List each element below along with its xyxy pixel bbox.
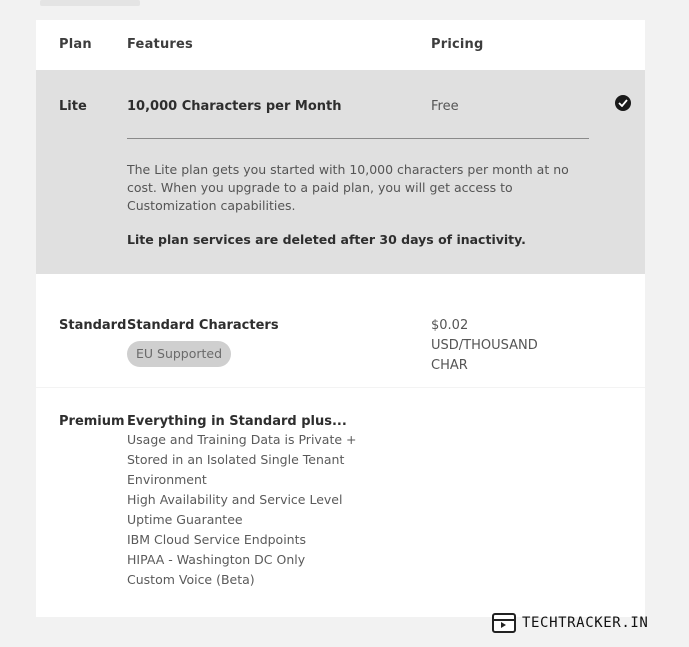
list-item: IBM Cloud Service Endpoints <box>127 532 307 547</box>
price-standard-line: CHAR <box>431 358 468 373</box>
feature-title-premium: Everything in Standard plus... <box>127 414 347 429</box>
premium-feature-list: Usage and Training Data is Private + Sto… <box>127 430 357 590</box>
list-item: HIPAA - Washington DC Only <box>127 552 306 567</box>
faint-heading-remnant <box>40 0 140 6</box>
plan-row-standard[interactable]: Standard Standard Characters EU Supporte… <box>36 274 645 388</box>
list-item: Stored in an Isolated Single Tenant <box>127 452 345 467</box>
plan-name-lite: Lite <box>59 99 87 114</box>
watermark-text: TECHTRACKER.IN <box>522 615 649 631</box>
lite-inactivity-note: Lite plan services are deleted after 30 … <box>127 232 526 247</box>
price-standard-line: $0.02 <box>431 318 469 333</box>
price-lite: Free <box>431 99 459 114</box>
list-item: Usage and Training Data is Private + <box>127 432 357 447</box>
divider <box>127 138 589 139</box>
list-item: Uptime Guarantee <box>127 512 243 527</box>
list-item: Custom Voice (Beta) <box>127 572 255 587</box>
price-standard-line: USD/THOUSAND <box>431 338 538 353</box>
plan-row-premium[interactable]: Premium Everything in Standard plus... U… <box>36 389 645 617</box>
plan-name-premium: Premium <box>59 414 125 429</box>
price-standard: $0.02 USD/THOUSAND CHAR <box>431 316 538 376</box>
top-strip <box>0 0 689 20</box>
pricing-table: Plan Features Pricing Lite 10,000 Charac… <box>36 20 645 617</box>
plan-row-lite[interactable]: Lite 10,000 Characters per Month Free Th… <box>36 70 645 274</box>
watermark: TECHTRACKER.IN <box>492 612 648 634</box>
eu-supported-badge: EU Supported <box>127 341 232 367</box>
feature-title-standard: Standard Characters <box>127 318 279 333</box>
list-item: Environment <box>127 472 207 487</box>
table-header: Plan Features Pricing <box>36 20 645 70</box>
plan-name-standard: Standard <box>59 318 127 333</box>
list-item: High Availability and Service Level <box>127 492 343 507</box>
browser-cursor-icon <box>492 613 516 633</box>
feature-title-lite: 10,000 Characters per Month <box>127 99 342 114</box>
selected-check-icon <box>615 95 631 111</box>
header-plan: Plan <box>59 37 92 52</box>
lite-description: The Lite plan gets you started with 10,0… <box>127 162 569 213</box>
header-features: Features <box>127 37 193 52</box>
header-pricing: Pricing <box>431 37 484 52</box>
